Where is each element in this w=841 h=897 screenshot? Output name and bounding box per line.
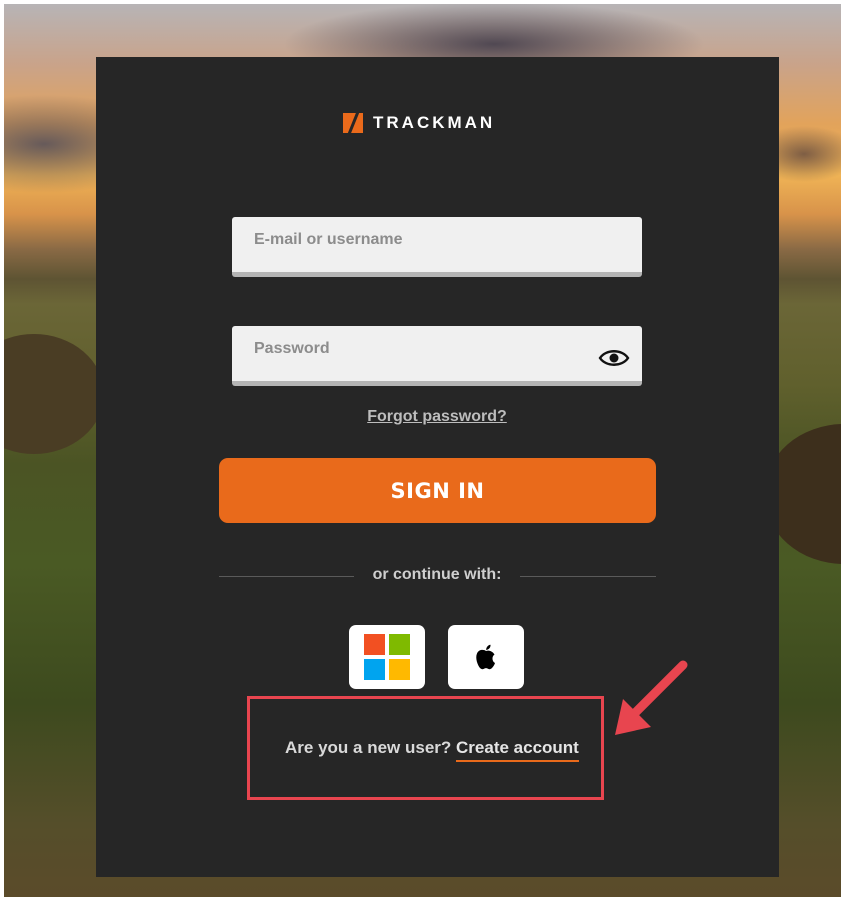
username-input[interactable] [232, 217, 642, 272]
annotation-arrow-icon [615, 660, 688, 735]
hill-shape [4, 334, 104, 454]
new-user-prompt: Are you a new user? Create account [285, 738, 579, 762]
new-user-text: Are you a new user? [285, 738, 452, 757]
continue-with-label: or continue with: [354, 566, 520, 584]
create-account-link[interactable]: Create account [456, 738, 579, 762]
trackman-logo: TRACKMAN [343, 113, 495, 133]
microsoft-icon [364, 634, 410, 680]
microsoft-signin-button[interactable] [349, 625, 425, 689]
password-field[interactable]: Password [232, 326, 642, 386]
password-input[interactable] [232, 326, 642, 381]
brand-name: TRACKMAN [373, 113, 496, 132]
show-password-eye-icon[interactable] [598, 348, 630, 368]
apple-icon [476, 644, 495, 670]
apple-signin-button[interactable] [448, 625, 524, 689]
username-field[interactable]: E-mail or username [232, 217, 642, 277]
trackman-logo-icon [343, 113, 363, 133]
sign-in-button[interactable]: SIGN IN [219, 458, 656, 523]
forgot-password-link[interactable]: Forgot password? [0, 408, 841, 426]
